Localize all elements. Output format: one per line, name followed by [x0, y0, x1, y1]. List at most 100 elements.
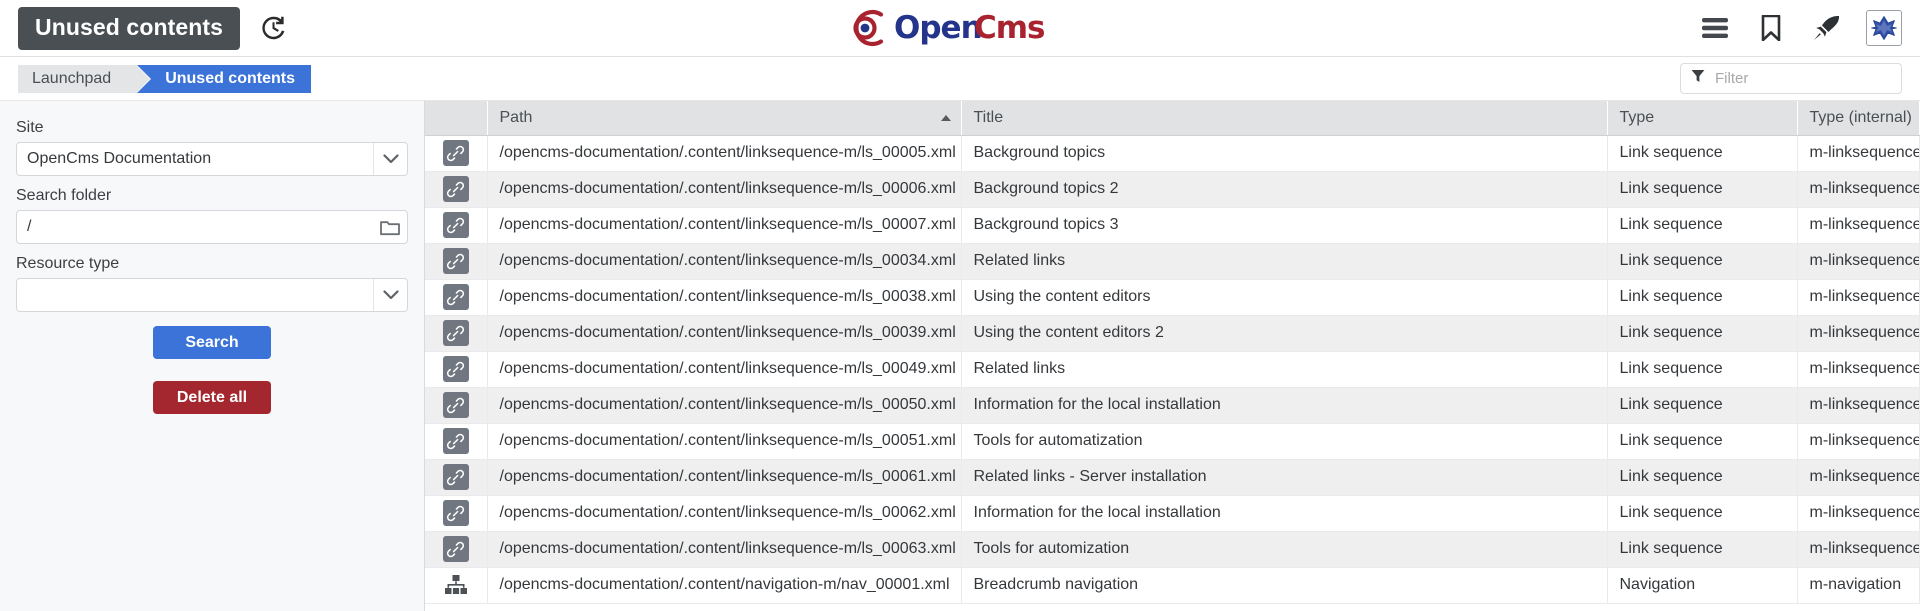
folder-icon[interactable] [373, 211, 407, 243]
breadcrumb: Launchpad Unused contents [18, 64, 311, 93]
cell-title: Background topics 2 [961, 171, 1608, 208]
cell-type: Link sequence [1607, 243, 1798, 280]
filter-box[interactable] [1680, 63, 1902, 94]
navigation-icon[interactable] [443, 572, 469, 598]
column-header-type-internal[interactable]: Type (internal) [1797, 101, 1920, 136]
svg-text:Cms: Cms [974, 10, 1045, 46]
history-clock-icon[interactable] [256, 11, 290, 45]
site-label: Site [16, 119, 44, 136]
cell-title: Background topics [961, 135, 1608, 172]
link-icon[interactable] [442, 248, 469, 274]
cell-type-internal: m-linksequence [1797, 207, 1920, 244]
column-header-path[interactable]: Path [487, 101, 962, 136]
resource-icon-cell [425, 423, 488, 460]
table-row[interactable]: /opencms-documentation/.content/linksequ… [425, 495, 1920, 532]
filter-icon [1691, 69, 1705, 88]
table-row[interactable]: /opencms-documentation/.content/linksequ… [425, 135, 1920, 172]
cell-path: /opencms-documentation/.content/linksequ… [487, 495, 962, 532]
table-row[interactable]: /opencms-documentation/.content/linksequ… [425, 171, 1920, 208]
chevron-down-icon[interactable] [373, 143, 407, 175]
breadcrumb-item-unused-contents[interactable]: Unused contents [137, 64, 311, 93]
cell-title: Using the content editors [961, 279, 1608, 316]
resource-icon-cell [425, 243, 488, 280]
resource-type-select[interactable] [16, 278, 408, 312]
resource-icon-cell [425, 135, 488, 172]
filter-input[interactable] [1713, 69, 1891, 88]
cell-path: /opencms-documentation/.content/linksequ… [487, 243, 962, 280]
results-table-area: Path Title Type Type (internal) /opencms… [425, 101, 1920, 611]
site-select[interactable]: OpenCms Documentation [16, 142, 408, 176]
cell-type-internal: m-linksequence [1797, 243, 1920, 280]
link-icon[interactable] [442, 500, 469, 526]
cell-title: Related links [961, 243, 1608, 280]
rocket-icon[interactable] [1810, 11, 1844, 45]
resource-icon-cell [425, 495, 488, 532]
app-title: Unused contents [18, 6, 241, 50]
table-row[interactable]: /opencms-documentation/.content/linksequ… [425, 531, 1920, 568]
opencms-toggle-icon[interactable] [1866, 10, 1902, 46]
resource-icon-cell [425, 351, 488, 388]
menu-icon[interactable] [1698, 11, 1732, 45]
table-row[interactable]: /opencms-documentation/.content/navigati… [425, 567, 1920, 604]
column-header-label: Type [1619, 108, 1655, 126]
cell-type-internal: m-linksequence [1797, 171, 1920, 208]
table-header-row: Path Title Type Type (internal) [425, 101, 1920, 136]
cell-title: Tools for automatization [961, 423, 1608, 460]
chevron-down-icon[interactable] [373, 279, 407, 311]
svg-text:Open: Open [894, 10, 982, 46]
link-icon[interactable] [442, 464, 469, 490]
link-icon[interactable] [442, 392, 469, 418]
table-row[interactable]: /opencms-documentation/.content/linksequ… [425, 459, 1920, 496]
link-icon[interactable] [442, 320, 469, 346]
link-icon[interactable] [442, 428, 469, 454]
table-row[interactable]: /opencms-documentation/.content/linksequ… [425, 243, 1920, 280]
cell-path: /opencms-documentation/.content/linksequ… [487, 387, 962, 424]
cell-type-internal: m-linksequence [1797, 279, 1920, 316]
table-row[interactable]: /opencms-documentation/.content/linksequ… [425, 207, 1920, 244]
column-header-label: Type (internal) [1809, 108, 1912, 126]
cell-type-internal: m-linksequence [1797, 387, 1920, 424]
cell-title: Using the content editors 2 [961, 315, 1608, 352]
column-header-type[interactable]: Type [1607, 101, 1798, 136]
link-icon[interactable] [442, 176, 469, 202]
resource-icon-cell [425, 171, 488, 208]
cell-type-internal: m-linksequence [1797, 423, 1920, 460]
cell-type-internal: m-linksequence [1797, 459, 1920, 496]
cell-path: /opencms-documentation/.content/linksequ… [487, 351, 962, 388]
cell-path: /opencms-documentation/.content/linksequ… [487, 171, 962, 208]
table-row[interactable]: /opencms-documentation/.content/linksequ… [425, 387, 1920, 424]
resource-type-label: Resource type [16, 255, 120, 272]
resource-icon-cell [425, 207, 488, 244]
cell-type-internal: m-linksequence [1797, 351, 1920, 388]
opencms-logo-mark [853, 9, 884, 47]
cell-title: Information for the local installation [961, 387, 1608, 424]
cell-type: Link sequence [1607, 171, 1798, 208]
cell-path: /opencms-documentation/.content/linksequ… [487, 207, 962, 244]
link-icon[interactable] [442, 140, 469, 166]
table-row[interactable]: /opencms-documentation/.content/linksequ… [425, 279, 1920, 316]
breadcrumb-label: Unused contents [165, 69, 295, 87]
cell-path: /opencms-documentation/.content/linksequ… [487, 459, 962, 496]
cell-type-internal: m-linksequence [1797, 495, 1920, 532]
table-row[interactable]: /opencms-documentation/.content/linksequ… [425, 423, 1920, 460]
search-button[interactable]: Search [153, 326, 271, 359]
cell-type: Link sequence [1607, 351, 1798, 388]
cell-path: /opencms-documentation/.content/linksequ… [487, 531, 962, 568]
link-icon[interactable] [442, 356, 469, 382]
cell-type: Link sequence [1607, 423, 1798, 460]
main-body: Site OpenCms Documentation Search folder… [0, 101, 1920, 611]
table-row[interactable]: /opencms-documentation/.content/linksequ… [425, 315, 1920, 352]
column-header-title[interactable]: Title [961, 101, 1608, 136]
search-folder-value: / [27, 218, 32, 235]
resource-icon-cell [425, 315, 488, 352]
link-icon[interactable] [442, 212, 469, 238]
link-icon[interactable] [442, 284, 469, 310]
link-icon[interactable] [442, 536, 469, 562]
breadcrumb-item-launchpad[interactable]: Launchpad [18, 64, 151, 93]
delete-all-button[interactable]: Delete all [153, 381, 271, 414]
column-header-icon [425, 101, 488, 136]
resource-icon-cell [425, 459, 488, 496]
search-folder-field[interactable]: / [16, 210, 408, 244]
table-row[interactable]: /opencms-documentation/.content/linksequ… [425, 351, 1920, 388]
bookmark-icon[interactable] [1754, 11, 1788, 45]
